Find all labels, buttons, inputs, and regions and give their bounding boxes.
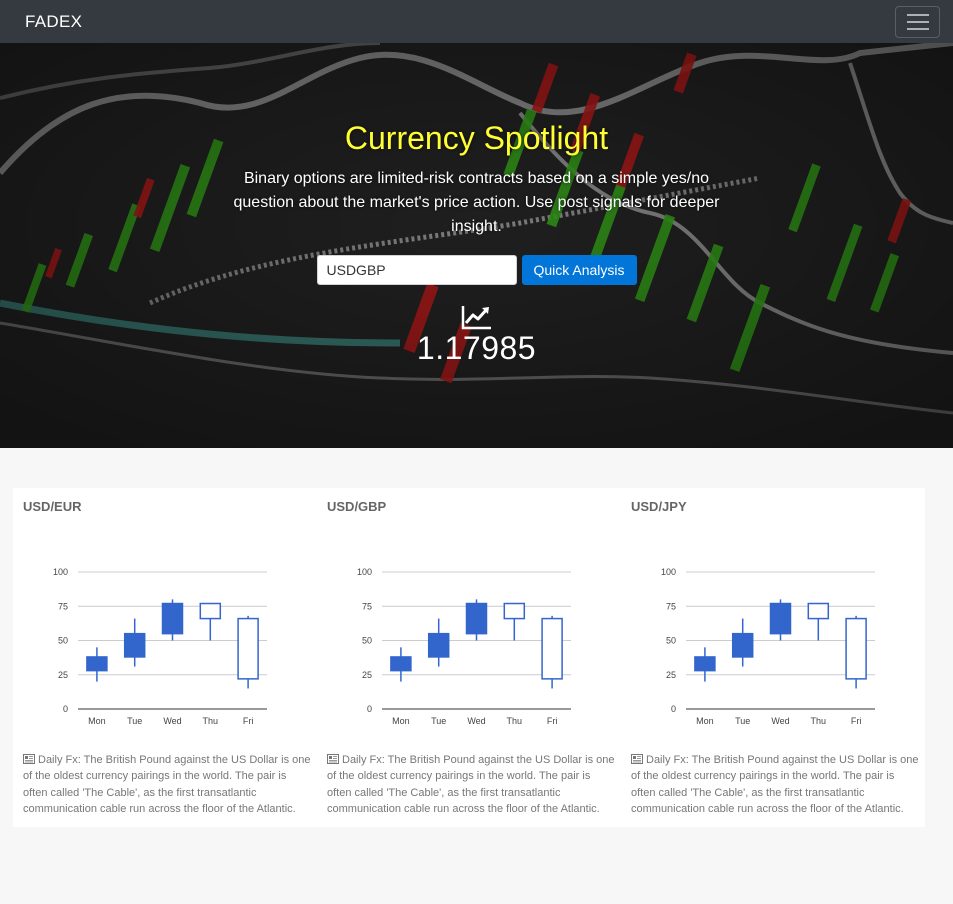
x-tick-label: Fri: [547, 716, 558, 726]
x-tick-label: Fri: [243, 716, 254, 726]
candlestick-chart: 0 25 50 75 100 Mon Tue Wed Thu Fri: [357, 567, 571, 726]
candle-body: [199, 602, 222, 620]
candle-body: [807, 602, 830, 620]
y-tick-label: 25: [666, 670, 676, 680]
x-tick-label: Mon: [392, 716, 410, 726]
card-description: Daily Fx: The British Pound against the …: [23, 752, 313, 817]
y-tick-label: 0: [367, 704, 372, 714]
x-tick-label: Fri: [851, 716, 862, 726]
x-tick-label: Tue: [127, 716, 142, 726]
candlestick-chart: 0 25 50 75 100 Mon Tue Wed Thu Fri: [53, 567, 267, 726]
candle-body: [237, 617, 259, 680]
y-tick-label: 100: [53, 567, 68, 577]
y-tick-label: 50: [666, 636, 676, 646]
x-tick-label: Wed: [467, 716, 485, 726]
x-tick-label: Thu: [203, 716, 219, 726]
x-tick-label: Mon: [88, 716, 106, 726]
hero-subtitle: Binary options are limited-risk contract…: [233, 170, 720, 235]
quick-analysis-button[interactable]: Quick Analysis: [521, 255, 637, 285]
currency-card: USD/EUR 0 25 50 75 100 Mon Tue Wed Thu Fri Daily …: [13, 488, 317, 827]
y-tick-label: 100: [357, 567, 372, 577]
card-description: Daily Fx: The British Pound against the …: [327, 752, 617, 817]
candle-body: [86, 656, 108, 672]
candle-body: [541, 617, 563, 680]
x-tick-label: Mon: [696, 716, 714, 726]
card-title: USD/JPY: [631, 499, 687, 514]
y-tick-label: 25: [362, 670, 372, 680]
y-tick-label: 25: [58, 670, 68, 680]
y-tick-label: 0: [63, 704, 68, 714]
hero-banner: Currency Spotlight Binary options are li…: [0, 43, 953, 448]
card-description-text: Daily Fx: The British Pound against the …: [631, 754, 919, 815]
candle-body: [845, 617, 867, 680]
candle-body: [161, 602, 184, 635]
currency-cards: USD/EUR 0 25 50 75 100 Mon Tue Wed Thu Fri Daily …: [13, 488, 925, 827]
card-description-text: Daily Fx: The British Pound against the …: [23, 754, 311, 815]
hamburger-icon: [906, 13, 929, 16]
candle-body: [465, 602, 488, 635]
candle-body: [123, 632, 146, 658]
card-description: Daily Fx: The British Pound against the …: [631, 752, 921, 817]
x-tick-label: Thu: [811, 716, 827, 726]
hero-content: Currency Spotlight Binary options are li…: [0, 43, 953, 448]
candle-body: [503, 602, 526, 620]
card-description-text: Daily Fx: The British Pound against the …: [327, 754, 615, 815]
newspaper-icon: [631, 754, 643, 764]
candle-body: [427, 632, 450, 658]
brand-logo[interactable]: FADEX: [25, 12, 82, 32]
menu-toggle-button[interactable]: [895, 5, 940, 38]
y-tick-label: 50: [58, 636, 68, 646]
hero-title: Currency Spotlight: [344, 120, 609, 156]
exchange-rate-value: 1.17985: [416, 330, 537, 366]
analysis-form: Quick Analysis: [316, 255, 637, 285]
x-tick-label: Wed: [771, 716, 789, 726]
x-tick-label: Wed: [163, 716, 181, 726]
x-tick-label: Tue: [431, 716, 446, 726]
x-tick-label: Thu: [507, 716, 523, 726]
y-tick-label: 100: [661, 567, 676, 577]
y-tick-label: 75: [58, 601, 68, 611]
candle-body: [390, 656, 412, 672]
candlestick-chart: 0 25 50 75 100 Mon Tue Wed Thu Fri: [661, 567, 875, 726]
y-tick-label: 75: [666, 601, 676, 611]
newspaper-icon: [23, 754, 35, 764]
currency-card: USD/JPY 0 25 50 75 100 Mon Tue Wed Thu Fri Daily …: [621, 488, 925, 827]
navbar: FADEX: [0, 0, 953, 43]
candle-body: [694, 656, 716, 672]
currency-card: USD/GBP 0 25 50 75 100 Mon Tue Wed Thu Fri Daily …: [317, 488, 621, 827]
card-title: USD/GBP: [327, 499, 387, 514]
y-tick-label: 75: [362, 601, 372, 611]
card-title: USD/EUR: [23, 499, 82, 514]
y-tick-label: 50: [362, 636, 372, 646]
y-tick-label: 0: [671, 704, 676, 714]
currency-pair-input[interactable]: [316, 255, 517, 285]
candle-body: [731, 632, 754, 658]
x-tick-label: Tue: [735, 716, 750, 726]
newspaper-icon: [327, 754, 339, 764]
line-chart-icon: [461, 306, 491, 330]
candle-body: [769, 602, 792, 635]
